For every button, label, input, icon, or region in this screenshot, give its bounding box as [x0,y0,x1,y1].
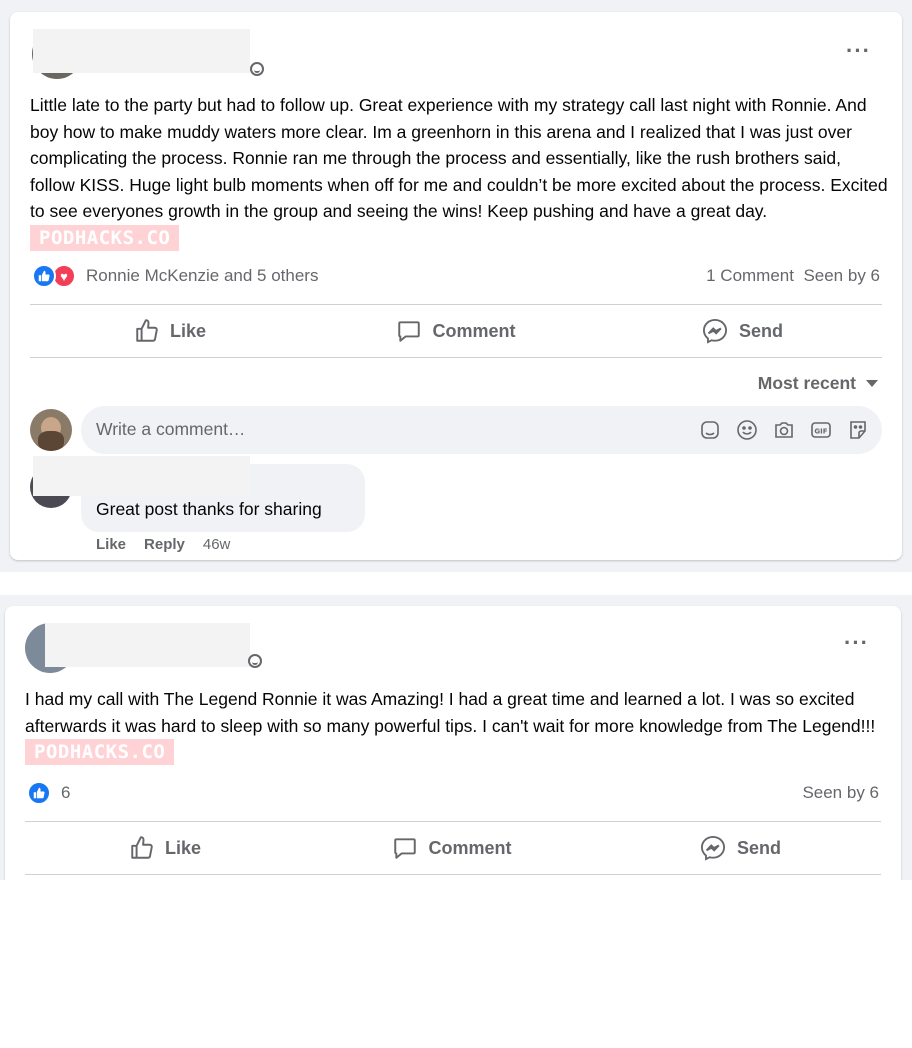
watermark: PODHACKS.CO [25,739,175,765]
send-button[interactable]: Send [602,311,882,351]
comment-meta: Like Reply 46w [96,536,230,553]
like-reaction-icon [32,264,56,288]
post-text: Little late to the party but had to foll… [30,95,888,221]
svg-text:GIF: GIF [814,428,827,436]
comment-input[interactable]: Write a comment… GIF [81,406,882,454]
current-user-avatar[interactable] [30,409,72,451]
globe-icon [250,62,264,76]
author-name-redacted [33,29,250,73]
like-button[interactable]: Like [25,828,305,868]
send-button[interactable]: Send [600,828,880,868]
comment-bubble: Great post thanks for sharing [33,456,365,532]
gif-icon[interactable]: GIF [809,418,833,442]
comment-input-placeholder: Write a comment… [96,419,246,439]
reaction-summary[interactable]: ♥ Ronnie McKenzie and 5 others [32,263,318,289]
comment-reply-link[interactable]: Reply [144,536,185,553]
reactions-text: Ronnie McKenzie and 5 others [86,266,319,285]
post-card: ··· I had my call with The Legend Ronnie… [5,606,901,896]
reactions-count: 6 [61,783,71,802]
page-bottom-blank [0,880,912,1048]
comment-time[interactable]: 46w [203,536,231,553]
comment-sort-dropdown[interactable]: Most recent [758,373,878,394]
seen-by[interactable]: Seen by 6 [803,266,880,285]
thumbs-up-icon [131,836,153,859]
like-reaction-icon [27,781,51,805]
post-text: I had my call with The Legend Ronnie it … [25,689,876,736]
comment-button[interactable]: Comment [316,311,596,351]
reaction-summary[interactable]: 6 [27,780,70,806]
seen-by[interactable]: Seen by 6 [802,783,879,802]
post-body: I had my call with The Legend Ronnie it … [25,686,885,766]
emoji-icon[interactable] [735,418,759,442]
divider [25,874,881,875]
messenger-icon [702,318,728,344]
comment-like-link[interactable]: Like [96,536,126,553]
caret-down-icon [866,380,878,387]
comment-text: Great post thanks for sharing [96,499,322,519]
comment-icon [394,838,417,859]
comments-count[interactable]: 1 Comment [706,266,794,285]
like-button[interactable]: Like [30,311,310,351]
avatar-sticker-icon[interactable] [846,418,870,442]
more-options-icon[interactable]: ··· [846,40,871,62]
divider [30,357,882,358]
thumbs-up-icon [136,319,158,342]
comment-button[interactable]: Comment [312,828,592,868]
watermark: PODHACKS.CO [30,224,180,251]
divider [30,304,882,305]
commenter-name-redacted [33,456,250,496]
divider [25,821,881,822]
post-body: Little late to the party but had to foll… [30,92,890,251]
post-stats: 1 Comment Seen by 6 [706,266,880,286]
camera-icon[interactable] [772,418,796,442]
post-card: ··· Little late to the party but had to … [10,12,902,560]
comment-icon [398,321,421,342]
author-name-redacted [45,623,250,667]
sticker-icon[interactable] [698,418,722,442]
post-stats: Seen by 6 [802,783,879,803]
messenger-icon [700,835,726,861]
more-options-icon[interactable]: ··· [844,632,869,654]
globe-icon [248,654,262,668]
